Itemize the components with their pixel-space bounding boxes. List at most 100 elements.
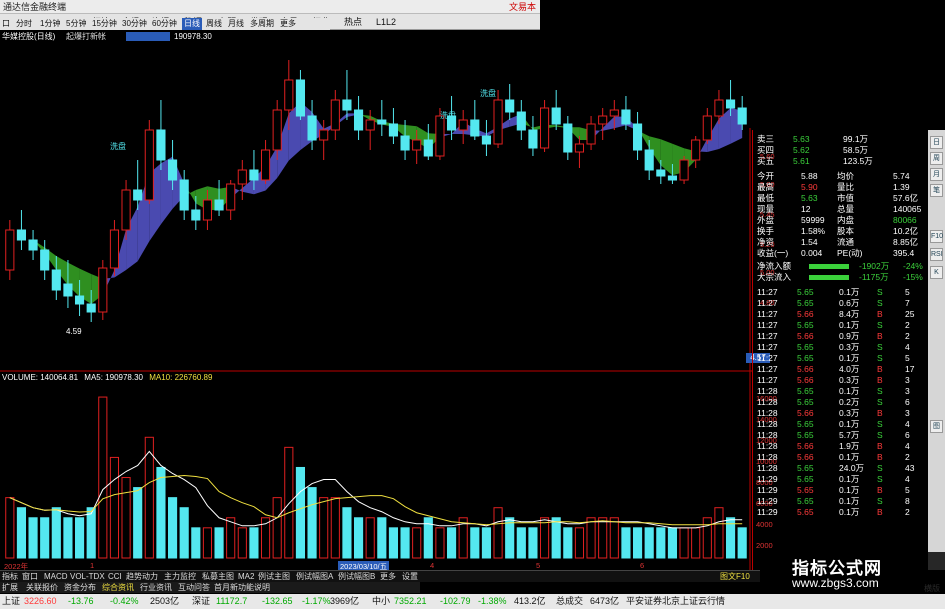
period-toggle[interactable]: 口 <box>2 18 10 30</box>
sidebar-k-button[interactable]: K <box>930 266 943 279</box>
candle-body <box>574 143 585 153</box>
kline-chart[interactable] <box>0 42 752 570</box>
tick-price: 5.65 <box>797 474 814 484</box>
ask-volume: 58.5万 <box>843 145 869 155</box>
tab-fund-distribution[interactable]: 资金分布 <box>64 582 96 593</box>
period-daily[interactable]: 日线 <box>182 18 202 30</box>
period-5min[interactable]: 5分钟 <box>66 18 86 30</box>
tick-side: S <box>877 430 883 440</box>
indicator-value: 190978.30 <box>174 32 212 41</box>
sidebar-month-button[interactable]: 月 <box>930 168 943 181</box>
tick-count: 17 <box>905 364 915 374</box>
flow-value: -1175万 <box>859 272 889 282</box>
stat-key: 股本 <box>837 226 855 236</box>
volume-bar <box>63 517 73 559</box>
tick-volume: 24.0万 <box>839 463 865 473</box>
info-tabs: 扩展 关联报价 资金分布 综合资讯 行业资讯 互动问答 首月新功能说明 <box>0 582 420 593</box>
tick-price: 5.65 <box>797 507 814 517</box>
tick-volume: 0.1万 <box>839 353 860 363</box>
candle-body <box>516 111 526 131</box>
candle-body <box>365 119 375 131</box>
candle-body <box>284 79 294 111</box>
right-sidebar: 日 周 月 笔 F10 RSI K 图 <box>928 130 945 570</box>
stock-name[interactable]: 华媒控股(日线) <box>2 31 55 42</box>
tick-side: S <box>877 342 883 352</box>
sidebar-pen-button[interactable]: 笔 <box>930 184 943 197</box>
candle-body <box>656 169 666 177</box>
candle-body <box>202 199 213 221</box>
quote-row: 11:28 5.65 5.7万 S 6 <box>753 430 929 441</box>
volume-bar <box>191 527 201 559</box>
sidebar-f10-button[interactable]: F10 <box>930 230 943 243</box>
tick-count: 3 <box>905 386 910 396</box>
volume-bar <box>516 527 526 559</box>
tick-side: B <box>877 485 883 495</box>
footer-f10[interactable]: 图文F10 <box>720 571 750 583</box>
quote-row: 11:27 5.65 0.6万 S 7 <box>753 298 929 309</box>
candle-body <box>586 123 596 145</box>
tab-industry-news[interactable]: 行业资讯 <box>140 582 172 593</box>
period-1min[interactable]: 1分钟 <box>40 18 60 30</box>
tab-expand[interactable]: 扩展 <box>2 582 18 593</box>
trend-bands <box>9 102 743 304</box>
tick-price: 5.66 <box>797 331 814 341</box>
index-sz-pct: -1.17% <box>302 596 331 606</box>
date-axis-label: 6 <box>640 561 645 570</box>
period-multi[interactable]: 多周期 <box>250 18 274 30</box>
candle-body <box>214 199 224 211</box>
volume-bar <box>133 487 143 559</box>
period-more[interactable]: 更多 <box>280 18 296 30</box>
tick-count: 8 <box>905 496 910 506</box>
sidebar-rsi-button[interactable]: RSI <box>930 248 943 261</box>
indicator-name[interactable]: 起爆打新帐 <box>66 31 106 42</box>
tick-count: 4 <box>905 419 910 429</box>
tick-side: S <box>877 298 883 308</box>
candle-body <box>598 115 608 125</box>
volume-bar <box>16 507 27 559</box>
candle-body <box>702 115 712 141</box>
volume-ma10-label: MA10: 226760.89 <box>149 373 213 382</box>
volume-bar <box>598 517 608 559</box>
status-bar: 上证 3226.60 -13.76 -0.42% 2503亿 深证 11172.… <box>0 594 945 609</box>
quote-row: 换手 1.58% 股本 10.2亿 <box>753 226 929 237</box>
candle-body <box>272 109 282 151</box>
period-weekly[interactable]: 周线 <box>206 18 222 30</box>
period-monthly[interactable]: 月线 <box>228 18 244 30</box>
volume-bar <box>551 517 561 559</box>
tab-new-features[interactable]: 首月新功能说明 <box>214 582 270 593</box>
quote-row: 11:28 5.66 1.9万 B 4 <box>753 441 929 452</box>
volume-bar <box>353 517 364 559</box>
period-60min[interactable]: 60分钟 <box>152 18 177 30</box>
tick-time: 11:29 <box>757 496 778 506</box>
tick-side: S <box>877 287 883 297</box>
period-30min[interactable]: 30分钟 <box>122 18 147 30</box>
close-label[interactable]: 文易本 <box>509 0 536 14</box>
tab-related-quote[interactable]: 关联报价 <box>26 582 58 593</box>
sidebar-chart-button[interactable]: 图 <box>930 420 943 433</box>
quote-row: 11:27 5.66 4.0万 B 17 <box>753 364 929 375</box>
tick-time: 11:28 <box>757 386 778 396</box>
broker-label: 平安证券北京上证云行情 <box>626 596 726 606</box>
candle-body <box>28 239 38 251</box>
menu-item-hot[interactable]: 热点 <box>344 14 362 30</box>
quote-row: 11:29 5.65 0.1万 S 8 <box>753 496 929 507</box>
sidebar-week-button[interactable]: 周 <box>930 152 943 165</box>
period-15min[interactable]: 15分钟 <box>92 18 117 30</box>
menu-item-l1l2[interactable]: L1L2 <box>376 14 396 30</box>
volume-bar <box>388 527 399 559</box>
volume-bar <box>377 517 387 559</box>
index-zx-value: 7352.21 <box>394 596 427 606</box>
period-intraday[interactable]: 分时 <box>16 18 32 30</box>
volume-bar <box>284 446 294 559</box>
tick-count: 2 <box>905 331 910 341</box>
tab-news[interactable]: 综合资讯 <box>102 582 134 593</box>
tab-qa[interactable]: 互动问答 <box>178 582 210 593</box>
sidebar-day-button[interactable]: 日 <box>930 136 943 149</box>
ask-name: 买四 <box>757 145 775 155</box>
flow-pct: -24% <box>903 261 923 271</box>
volume-bar <box>98 396 108 559</box>
candle-body <box>551 107 561 125</box>
candle-body <box>249 169 259 181</box>
candle-body <box>714 99 724 117</box>
tick-volume: 0.1万 <box>839 485 860 495</box>
